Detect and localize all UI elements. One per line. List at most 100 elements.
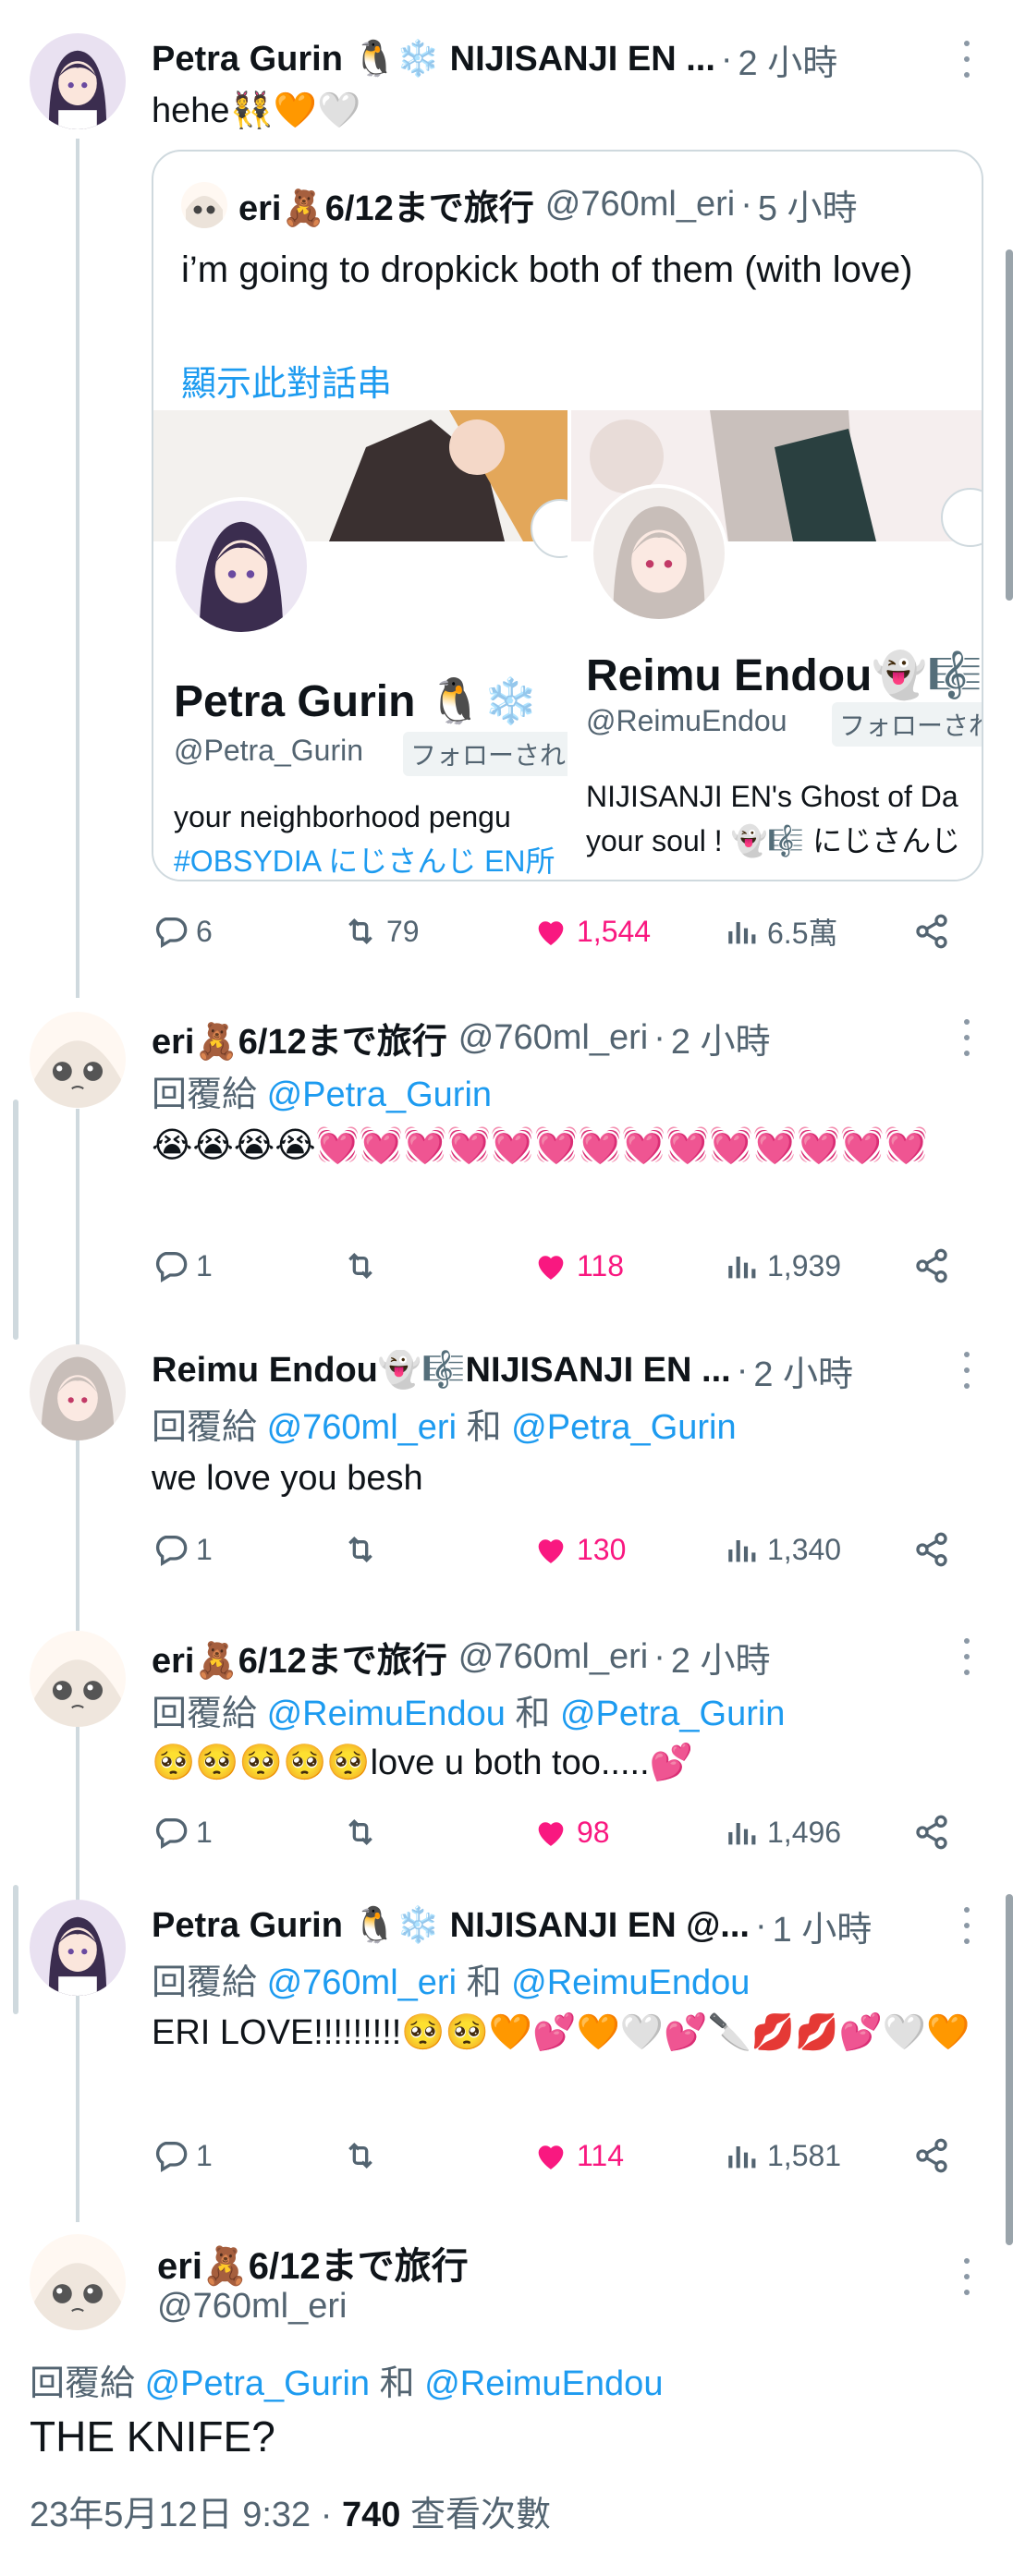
share-button[interactable] — [913, 1243, 950, 1289]
more-icon[interactable] — [958, 1352, 976, 1389]
tweet[interactable]: Petra Gurin 🐧❄️ NIJISANJI EN @... · 1 小時… — [0, 1894, 1013, 2227]
mention-link[interactable]: @760ml_eri — [267, 1963, 457, 2002]
display-name[interactable]: eri🧸6/12まで旅行 — [152, 1632, 447, 1683]
tweet-header: Petra Gurin 🐧❄️ NIJISANJI EN ... · 2 小時 — [152, 33, 939, 85]
display-name[interactable]: Reimu Endou👻🎼NIJISANJI EN ... — [152, 1350, 731, 1391]
tweet-text: THE KNIFE? — [30, 2412, 275, 2461]
display-name[interactable]: eri🧸6/12まで旅行 — [152, 1013, 447, 1063]
mention-link[interactable]: @Petra_Gurin — [267, 1075, 492, 1114]
profile-card[interactable]: Petra Gurin 🐧❄️ @Petra_Gurin フォローされ your… — [153, 410, 568, 880]
timestamp[interactable]: 2 小時 — [671, 1632, 771, 1683]
views-icon — [728, 1540, 756, 1562]
views-icon — [728, 1823, 756, 1845]
avatar[interactable] — [30, 1344, 126, 1440]
tweet[interactable]: eri🧸6/12まで旅行 @760ml_eri · 2 小時 回覆給 @Petr… — [0, 998, 1013, 1331]
tweet[interactable]: Petra Gurin 🐧❄️ NIJISANJI EN ... · 2 小時 … — [0, 0, 1013, 998]
view-count: 740 — [341, 2496, 401, 2534]
avatar — [172, 497, 311, 636]
like-count: 1,544 — [577, 914, 652, 948]
more-icon[interactable] — [958, 1019, 976, 1056]
like-button[interactable]: 1,544 — [532, 908, 651, 954]
avatar — [590, 484, 728, 623]
timestamp[interactable]: 2 小時 — [753, 1345, 853, 1396]
reply-count: 1 — [196, 1815, 213, 1849]
separator: · — [720, 39, 733, 79]
more-icon[interactable] — [958, 41, 976, 78]
reply-button[interactable]: 1 — [152, 1809, 213, 1855]
display-name: eri🧸6/12まで旅行 — [238, 189, 534, 228]
share-button[interactable] — [913, 1526, 950, 1573]
mention-link[interactable]: @Petra_Gurin — [145, 2364, 370, 2403]
views-button[interactable]: 1,581 — [723, 2132, 841, 2179]
tweet[interactable]: eri🧸6/12まで旅行 @760ml_eri · 2 小時 回覆給 @Reim… — [0, 1617, 1013, 1894]
handle[interactable]: @760ml_eri — [157, 2287, 347, 2327]
more-icon[interactable] — [958, 1907, 976, 1944]
tweet[interactable]: Reimu Endou👻🎼NIJISANJI EN ... · 2 小時 回覆給… — [0, 1331, 1013, 1617]
share-button[interactable] — [913, 2132, 950, 2179]
like-button[interactable]: 98 — [532, 1809, 610, 1855]
reply-count: 1 — [196, 1532, 213, 1566]
more-icon[interactable] — [958, 1638, 976, 1675]
mention-link[interactable]: @ReimuEndou — [424, 2364, 663, 2403]
display-name[interactable]: eri🧸6/12まで旅行 — [157, 2236, 469, 2290]
mention-link[interactable]: @ReimuEndou — [267, 1695, 506, 1733]
retweet-button[interactable] — [342, 1243, 379, 1289]
timestamp[interactable]: 2 小時 — [671, 1013, 771, 1063]
card-bio: your neighborhood pengu — [174, 800, 511, 833]
reply-button[interactable]: 6 — [152, 908, 213, 954]
views-icon — [728, 922, 756, 944]
tweet-text: we love you besh — [152, 1459, 423, 1498]
views-button[interactable]: 1,340 — [723, 1526, 841, 1573]
heart-icon — [538, 921, 564, 945]
reply-icon — [155, 1818, 188, 1849]
like-button[interactable]: 118 — [532, 1243, 624, 1289]
views-label: 查看次數 — [409, 2496, 551, 2534]
more-icon[interactable] — [958, 2258, 976, 2295]
retweet-button[interactable] — [342, 2132, 379, 2179]
display-name[interactable]: Petra Gurin 🐧❄️ NIJISANJI EN @... — [152, 1905, 750, 1946]
reply-count: 6 — [196, 914, 213, 948]
timestamp[interactable]: 2 小時 — [738, 34, 838, 85]
views-icon — [728, 1257, 756, 1279]
reply-button[interactable]: 1 — [152, 2132, 213, 2179]
view-count: 1,939 — [767, 1248, 842, 1282]
retweet-button[interactable] — [342, 1526, 379, 1573]
card-bio: NIJISANJI EN's Ghost of Da — [586, 780, 958, 813]
profile-card[interactable]: Reimu Endou👻🎼 @ReimuEndou フォローされ NIJISAN… — [571, 410, 982, 880]
retweet-button[interactable] — [342, 1809, 379, 1855]
tweet-text: 🥺🥺🥺🥺🥺love u both too.....💕 — [152, 1744, 693, 1782]
mention-link[interactable]: @760ml_eri — [267, 1408, 457, 1447]
avatar[interactable] — [30, 1012, 126, 1108]
show-thread-link[interactable]: 顯示此對話串 — [181, 355, 392, 406]
retweet-button[interactable]: 79 — [342, 908, 420, 954]
mention-link[interactable]: @Petra_Gurin — [560, 1695, 785, 1733]
views-button[interactable]: 1,496 — [723, 1809, 841, 1855]
views-button[interactable]: 1,939 — [723, 1243, 841, 1289]
tweet-date[interactable]: 23年5月12日 9:32 — [30, 2496, 311, 2534]
quote-tweet[interactable]: eri🧸6/12まで旅行 @760ml_eri · 5 小時 i’m going… — [152, 150, 983, 881]
reply-prefix: 回覆給 — [152, 1075, 258, 1114]
view-count: 1,340 — [767, 1532, 842, 1566]
heart-icon — [538, 1822, 564, 1846]
heart-icon — [538, 1539, 564, 1563]
mention-link[interactable]: @ReimuEndou — [511, 1963, 750, 2002]
view-count: 1,581 — [767, 2138, 842, 2172]
avatar[interactable] — [30, 33, 126, 129]
retweet-icon — [348, 917, 372, 945]
reply-button[interactable]: 1 — [152, 1243, 213, 1289]
handle[interactable]: @760ml_eri — [458, 1018, 648, 1058]
mention-link[interactable]: @Petra_Gurin — [511, 1408, 736, 1447]
share-button[interactable] — [913, 1809, 950, 1855]
display-name[interactable]: Petra Gurin 🐧❄️ NIJISANJI EN ... — [152, 39, 715, 79]
like-button[interactable]: 114 — [532, 2132, 624, 2179]
handle[interactable]: @760ml_eri — [458, 1637, 648, 1677]
avatar[interactable] — [30, 2234, 126, 2330]
avatar[interactable] — [30, 1631, 126, 1727]
views-button[interactable]: 6.5萬 — [723, 908, 838, 954]
avatar[interactable] — [30, 1900, 126, 1996]
like-button[interactable]: 130 — [532, 1526, 626, 1573]
card-handle: @ReimuEndou — [586, 704, 787, 737]
share-button[interactable] — [913, 908, 950, 954]
reply-button[interactable]: 1 — [152, 1526, 213, 1573]
timestamp[interactable]: 1 小時 — [773, 1901, 873, 1951]
